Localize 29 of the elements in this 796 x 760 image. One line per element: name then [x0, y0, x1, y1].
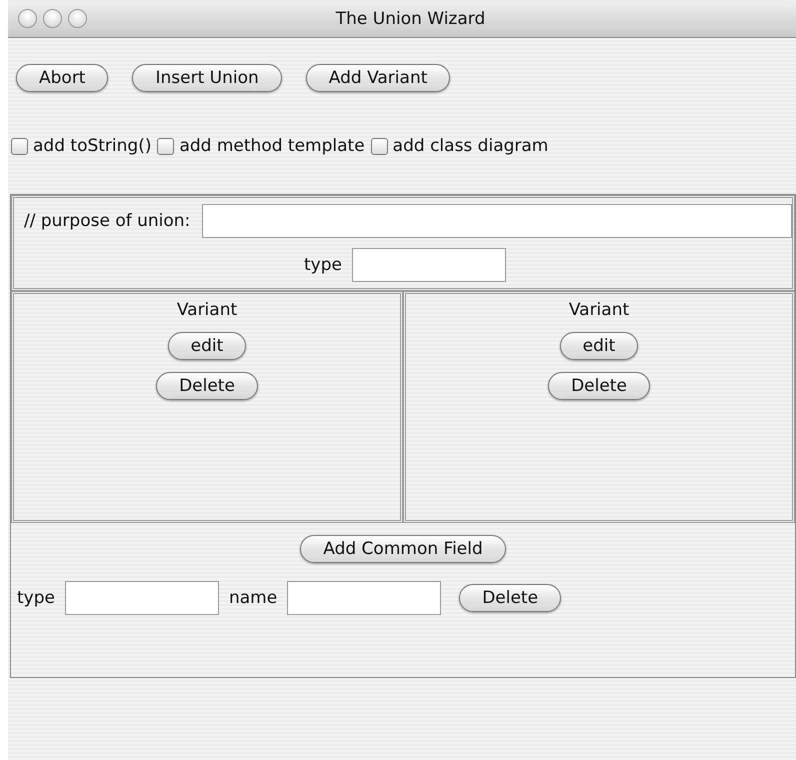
toolbar-button[interactable]: Insert Union [132, 64, 282, 92]
window-control-icon[interactable] [18, 9, 37, 28]
checkbox[interactable] [11, 138, 28, 154]
window-title: The Union Wizard [336, 8, 486, 28]
name-field[interactable] [287, 581, 442, 615]
purpose-label: // purpose of union: [24, 211, 190, 231]
add-common-field-button[interactable]: Add Common Field [300, 535, 506, 563]
type-field[interactable] [352, 248, 506, 282]
variant-button[interactable]: edit [168, 332, 246, 360]
variant-title: Variant [568, 300, 630, 320]
variant-button[interactable]: Delete [548, 372, 650, 400]
type-label: type [17, 588, 55, 608]
checkbox[interactable] [157, 138, 174, 154]
checkbox-label: add class diagram [392, 136, 548, 156]
purpose-field[interactable] [202, 204, 792, 238]
checkbox[interactable] [370, 138, 388, 154]
checkbox-label: add toString() [33, 136, 152, 156]
type-label: type [304, 255, 342, 275]
variant-button[interactable]: Delete [156, 372, 258, 400]
toolbar-button[interactable]: Abort [16, 64, 108, 92]
toolbar-button[interactable]: Add Variant [306, 64, 450, 92]
name-label: name [228, 588, 278, 608]
variant-title: Variant [176, 300, 238, 320]
window-control-icon[interactable] [43, 9, 62, 28]
window-control-icon[interactable] [68, 9, 87, 28]
type-field[interactable] [64, 581, 219, 615]
variant-button[interactable]: edit [560, 332, 638, 360]
delete-button[interactable]: Delete [459, 584, 562, 612]
checkbox-label: add method template [179, 136, 365, 156]
